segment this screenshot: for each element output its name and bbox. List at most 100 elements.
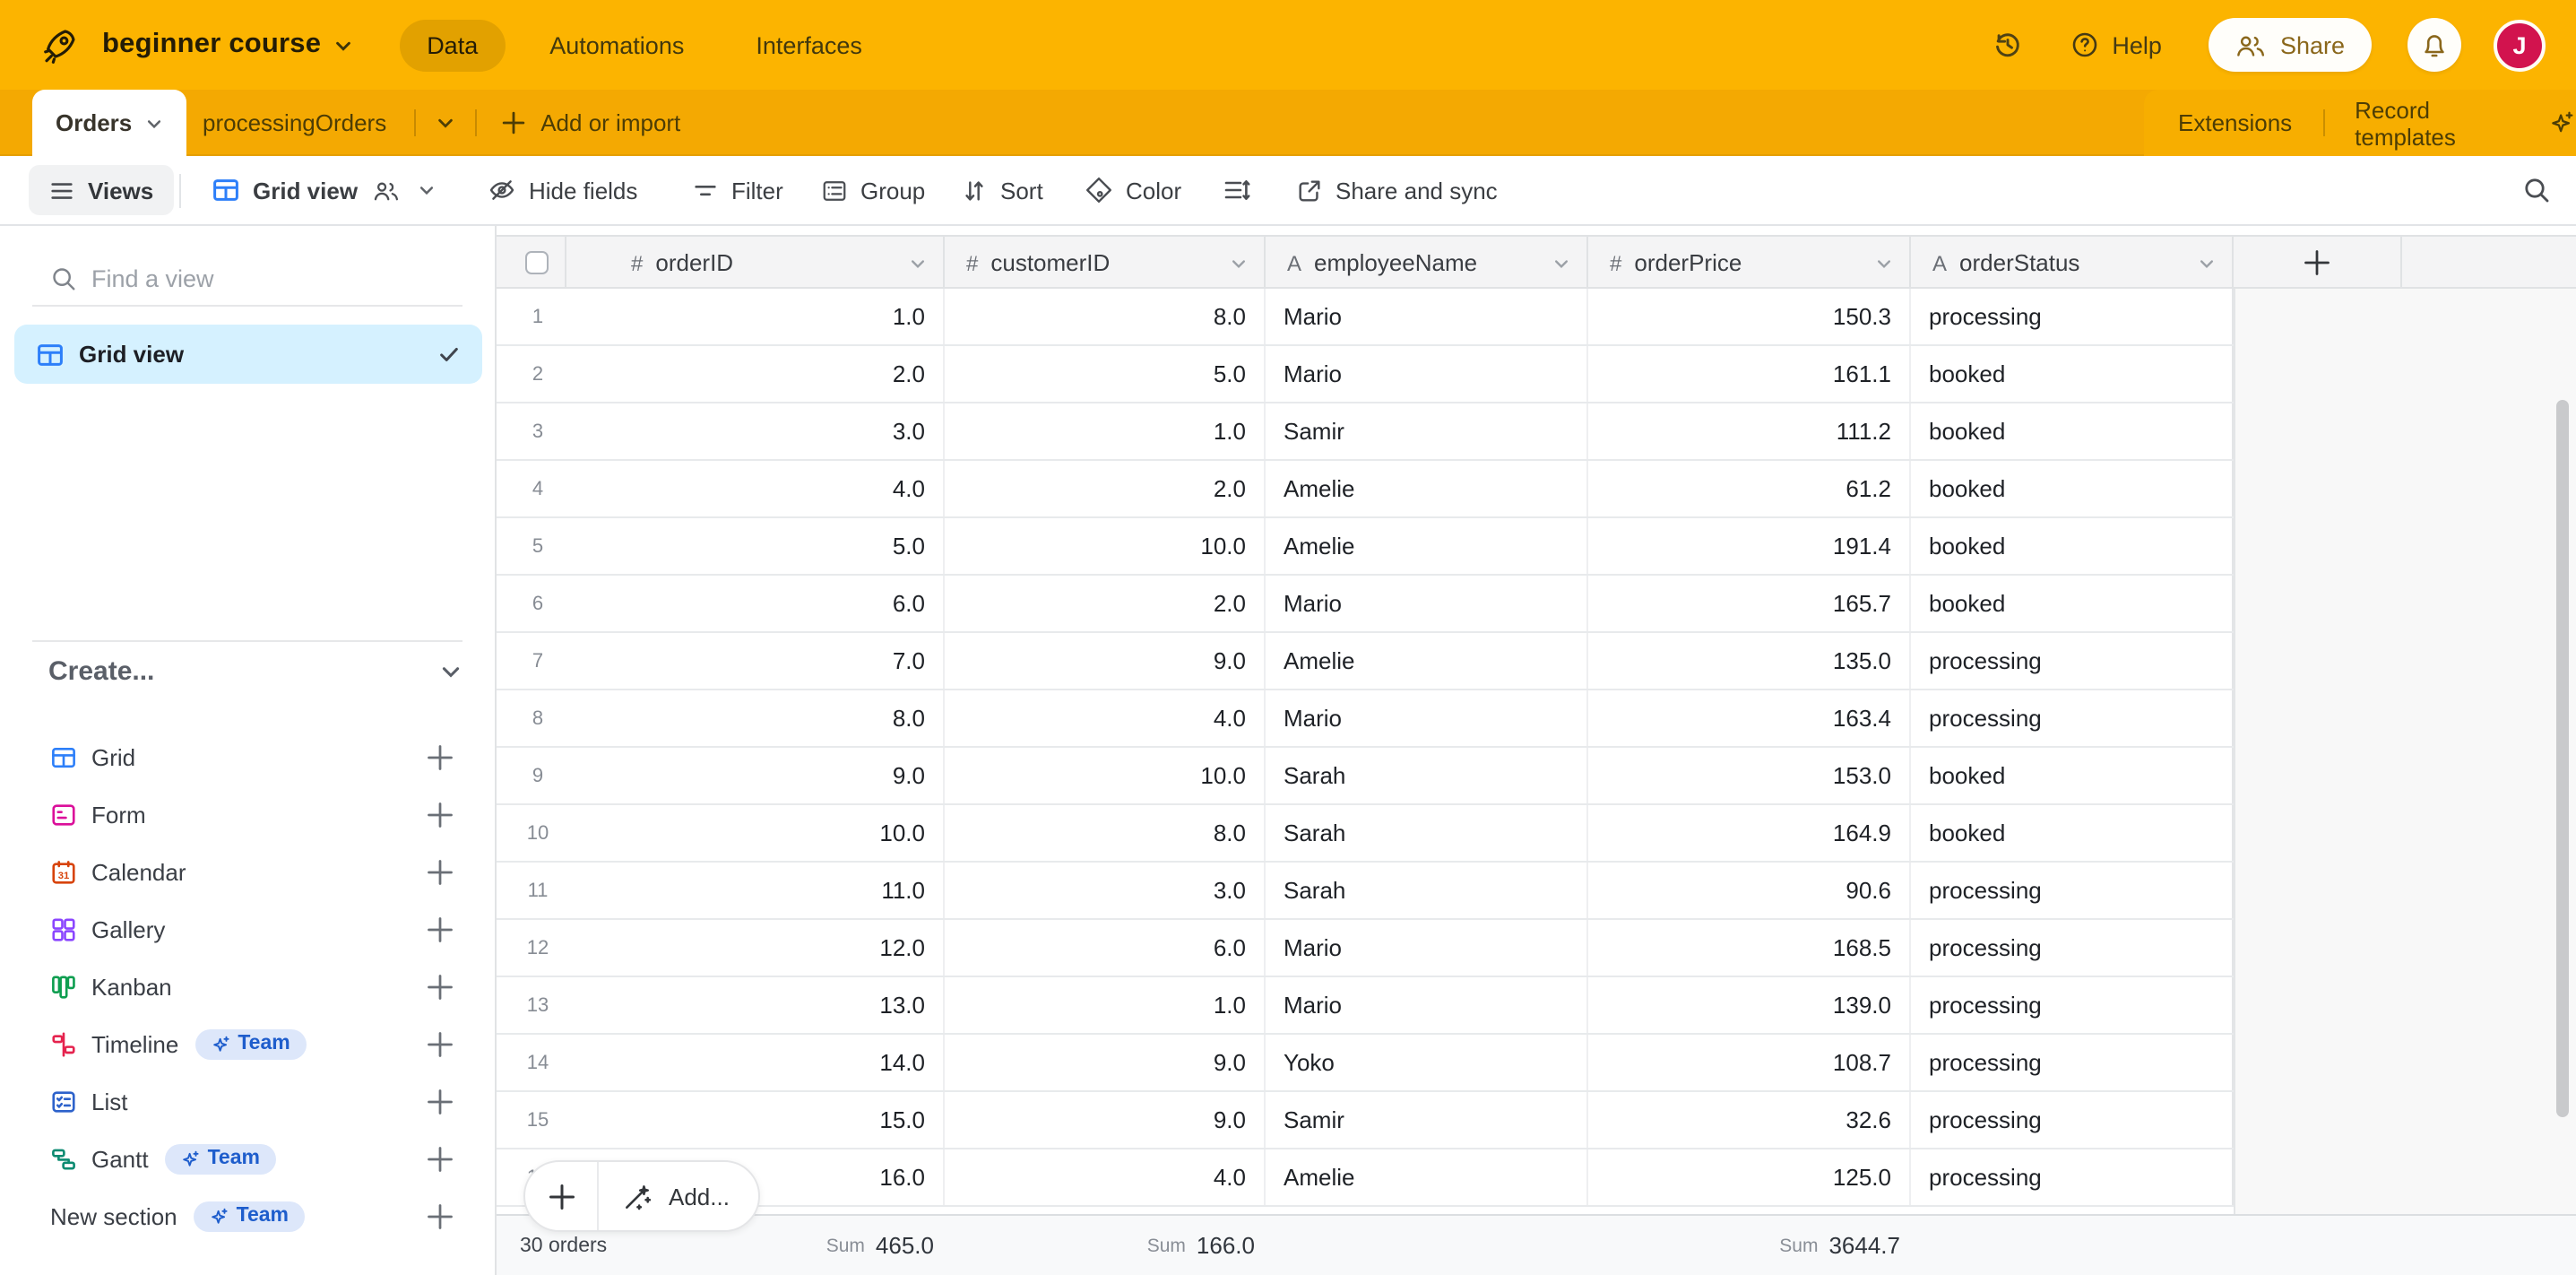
cell-orderprice[interactable]: 32.6	[1588, 1092, 1911, 1148]
cell-customerid[interactable]: 9.0	[945, 1092, 1266, 1148]
add-record-button[interactable]	[525, 1162, 597, 1230]
cell-orderstatus[interactable]: processing	[1911, 977, 2234, 1033]
cell-customerid[interactable]: 4.0	[945, 690, 1266, 746]
row-number[interactable]: 13	[509, 977, 566, 1033]
tab-orders-chevron-icon[interactable]	[144, 114, 162, 132]
add-gantt-button[interactable]	[427, 1145, 454, 1172]
create-item-gantt[interactable]: GanttTeam	[0, 1130, 497, 1187]
cell-orderid[interactable]: 10.0	[566, 805, 945, 861]
column-header-orderprice[interactable]: # orderPrice	[1588, 237, 1911, 289]
cell-orderid[interactable]: 12.0	[566, 920, 945, 976]
cell-orderstatus[interactable]: processing	[1911, 1035, 2234, 1090]
extensions-button[interactable]: Extensions	[2178, 109, 2292, 136]
cell-employeename[interactable]: Mario	[1266, 690, 1588, 746]
color-button[interactable]: Color	[1085, 156, 1181, 224]
share-and-sync-button[interactable]: Share and sync	[1296, 156, 1498, 224]
cell-customerid[interactable]: 8.0	[945, 289, 1266, 344]
column-chevron-icon[interactable]	[909, 254, 927, 272]
history-icon[interactable]	[1992, 29, 2024, 61]
create-item-list[interactable]: List	[0, 1072, 497, 1130]
create-item-kanban[interactable]: Kanban	[0, 958, 497, 1015]
cell-orderstatus[interactable]: booked	[1911, 748, 2234, 803]
add-timeline-button[interactable]	[427, 1030, 454, 1057]
ai-add-button[interactable]: Add...	[599, 1162, 758, 1230]
cell-employeename[interactable]: Sarah	[1266, 863, 1588, 918]
cell-orderprice[interactable]: 139.0	[1588, 977, 1911, 1033]
cell-employeename[interactable]: Mario	[1266, 289, 1588, 344]
cell-orderstatus[interactable]: processing	[1911, 863, 2234, 918]
cell-employeename[interactable]: Mario	[1266, 920, 1588, 976]
cell-customerid[interactable]: 5.0	[945, 346, 1266, 402]
rocket-base-icon[interactable]	[41, 26, 79, 64]
cell-customerid[interactable]: 1.0	[945, 403, 1266, 459]
add-list-button[interactable]	[427, 1088, 454, 1115]
column-chevron-icon[interactable]	[1230, 254, 1248, 272]
add-kanban-button[interactable]	[427, 973, 454, 1000]
cell-orderprice[interactable]: 164.9	[1588, 805, 1911, 861]
row-number[interactable]: 15	[509, 1092, 566, 1148]
cell-orderstatus[interactable]: booked	[1911, 346, 2234, 402]
cell-orderid[interactable]: 9.0	[566, 748, 945, 803]
cell-employeename[interactable]: Sarah	[1266, 805, 1588, 861]
cell-orderstatus[interactable]: processing	[1911, 289, 2234, 344]
create-item-form[interactable]: Form	[0, 785, 497, 843]
cell-orderid[interactable]: 3.0	[566, 403, 945, 459]
cell-orderprice[interactable]: 61.2	[1588, 461, 1911, 516]
select-all-checkbox[interactable]	[509, 237, 566, 289]
cell-employeename[interactable]: Mario	[1266, 346, 1588, 402]
add-field-button[interactable]	[2234, 237, 2402, 289]
column-chevron-icon[interactable]	[1552, 254, 1570, 272]
record-templates-button[interactable]: Record templates	[2355, 96, 2535, 150]
row-number[interactable]: 2	[509, 346, 566, 402]
create-item-calendar[interactable]: 31Calendar	[0, 843, 497, 900]
cell-customerid[interactable]: 9.0	[945, 633, 1266, 689]
share-button[interactable]: Share	[2209, 18, 2372, 72]
add-new-section-button[interactable]	[427, 1202, 454, 1229]
cell-orderid[interactable]: 7.0	[566, 633, 945, 689]
cell-orderprice[interactable]: 163.4	[1588, 690, 1911, 746]
cell-orderprice[interactable]: 90.6	[1588, 863, 1911, 918]
sort-button[interactable]: Sort	[961, 156, 1043, 224]
row-number[interactable]: 1	[509, 289, 566, 344]
row-number[interactable]: 6	[509, 576, 566, 631]
sum-customerid[interactable]: Sum166.0	[1022, 1216, 1255, 1275]
sidebar-view-grid-view[interactable]: Grid view	[14, 325, 482, 384]
row-number[interactable]: 5	[509, 518, 566, 574]
find-view-search[interactable]: Find a view	[50, 251, 462, 305]
help-button[interactable]: Help	[2070, 30, 2162, 59]
cell-orderid[interactable]: 15.0	[566, 1092, 945, 1148]
cell-orderid[interactable]: 11.0	[566, 863, 945, 918]
cell-orderprice[interactable]: 150.3	[1588, 289, 1911, 344]
row-number[interactable]: 10	[509, 805, 566, 861]
tab-orders[interactable]: Orders	[32, 90, 186, 156]
column-header-customerid[interactable]: # customerID	[945, 237, 1266, 289]
cell-employeename[interactable]: Amelie	[1266, 461, 1588, 516]
cell-customerid[interactable]: 10.0	[945, 518, 1266, 574]
column-header-orderstatus[interactable]: A orderStatus	[1911, 237, 2234, 289]
cell-orderprice[interactable]: 111.2	[1588, 403, 1911, 459]
cell-orderstatus[interactable]: booked	[1911, 805, 2234, 861]
cell-orderprice[interactable]: 153.0	[1588, 748, 1911, 803]
cell-employeename[interactable]: Amelie	[1266, 633, 1588, 689]
cell-employeename[interactable]: Sarah	[1266, 748, 1588, 803]
column-header-employeename[interactable]: A employeeName	[1266, 237, 1588, 289]
add-gallery-button[interactable]	[427, 915, 454, 942]
row-number[interactable]: 4	[509, 461, 566, 516]
cell-customerid[interactable]: 8.0	[945, 805, 1266, 861]
avatar[interactable]: J	[2494, 19, 2546, 71]
cell-orderprice[interactable]: 165.7	[1588, 576, 1911, 631]
cell-orderstatus[interactable]: booked	[1911, 403, 2234, 459]
cell-orderid[interactable]: 6.0	[566, 576, 945, 631]
cell-customerid[interactable]: 4.0	[945, 1149, 1266, 1205]
group-button[interactable]: Group	[821, 156, 925, 224]
create-item-new-section[interactable]: New sectionTeam	[0, 1187, 497, 1245]
row-number[interactable]: 8	[509, 690, 566, 746]
cell-orderid[interactable]: 4.0	[566, 461, 945, 516]
tab-processing-orders[interactable]: processingOrders	[195, 109, 393, 136]
cell-orderprice[interactable]: 168.5	[1588, 920, 1911, 976]
create-section-header[interactable]: Create...	[48, 656, 462, 687]
cell-orderprice[interactable]: 125.0	[1588, 1149, 1911, 1205]
base-title[interactable]: beginner course	[102, 29, 321, 61]
row-number[interactable]: 3	[509, 403, 566, 459]
column-chevron-icon[interactable]	[2198, 254, 2216, 272]
